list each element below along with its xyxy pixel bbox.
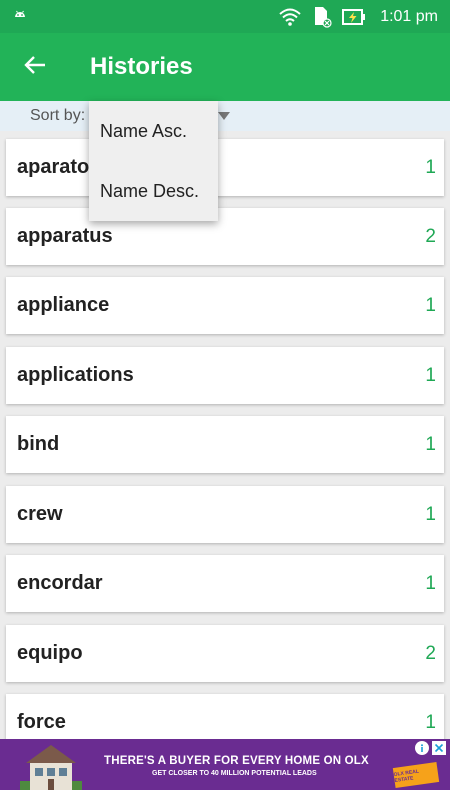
item-word: force bbox=[17, 711, 66, 733]
status-time: 1:01 pm bbox=[380, 7, 438, 25]
dropdown-arrow-icon[interactable] bbox=[218, 112, 230, 120]
sort-option-name-desc[interactable]: Name Desc. bbox=[89, 161, 218, 221]
item-word: applications bbox=[17, 364, 134, 386]
list-item[interactable]: encordar 1 bbox=[6, 555, 444, 612]
app-bar: Histories bbox=[0, 33, 450, 101]
item-count: 1 bbox=[425, 156, 436, 178]
list-item[interactable]: equipo 2 bbox=[6, 625, 444, 682]
item-count: 1 bbox=[425, 572, 436, 594]
item-word: equipo bbox=[17, 642, 83, 664]
item-count: 2 bbox=[425, 642, 436, 664]
list-item[interactable]: force 1 bbox=[6, 694, 444, 741]
item-word: aparato bbox=[17, 156, 90, 178]
sort-dropdown-menu: Name Asc. Name Desc. bbox=[89, 101, 218, 221]
list-item-peek bbox=[0, 790, 450, 800]
item-count: 1 bbox=[425, 503, 436, 525]
list-item[interactable]: appliance 1 bbox=[6, 277, 444, 334]
status-bar: 1:01 pm bbox=[0, 0, 450, 33]
history-list: aparato 1 apparatus 2 appliance 1 applic… bbox=[0, 131, 450, 741]
list-item[interactable]: aparato 1 bbox=[6, 139, 444, 196]
ad-close-icon[interactable] bbox=[432, 741, 446, 755]
list-item[interactable]: apparatus 2 bbox=[6, 208, 444, 265]
battery-charging-icon bbox=[342, 8, 366, 26]
item-word: apparatus bbox=[17, 225, 113, 247]
item-count: 1 bbox=[425, 433, 436, 455]
item-count: 1 bbox=[425, 364, 436, 386]
item-word: bind bbox=[17, 433, 60, 455]
ad-subline: GET CLOSER TO 40 MILLION POTENTIAL LEADS bbox=[152, 770, 317, 777]
list-item[interactable]: applications 1 bbox=[6, 347, 444, 404]
wifi-icon bbox=[278, 7, 302, 27]
arrow-left-icon bbox=[24, 55, 46, 80]
item-word: appliance bbox=[17, 294, 110, 316]
item-word: encordar bbox=[17, 572, 103, 594]
list-item[interactable]: crew 1 bbox=[6, 486, 444, 543]
house-icon bbox=[20, 741, 82, 790]
item-count: 1 bbox=[425, 294, 436, 316]
sort-option-name-asc[interactable]: Name Asc. bbox=[89, 101, 218, 161]
ad-badge: OLX REAL ESTATE bbox=[392, 762, 440, 788]
page-title: Histories bbox=[90, 53, 193, 80]
ad-info-icon[interactable] bbox=[415, 741, 429, 755]
back-button[interactable] bbox=[0, 33, 70, 101]
ad-banner[interactable]: THERE'S A BUYER FOR EVERY HOME ON OLX GE… bbox=[0, 739, 450, 790]
item-count: 1 bbox=[425, 711, 436, 733]
sim-card-icon bbox=[312, 6, 332, 28]
item-word: crew bbox=[17, 503, 63, 525]
ad-headline: THERE'S A BUYER FOR EVERY HOME ON OLX bbox=[104, 755, 369, 767]
sort-bar[interactable]: Sort by: bbox=[0, 101, 450, 131]
android-icon bbox=[12, 9, 28, 25]
list-item[interactable]: bind 1 bbox=[6, 416, 444, 473]
sort-label: Sort by: bbox=[30, 107, 86, 124]
item-count: 2 bbox=[425, 225, 436, 247]
